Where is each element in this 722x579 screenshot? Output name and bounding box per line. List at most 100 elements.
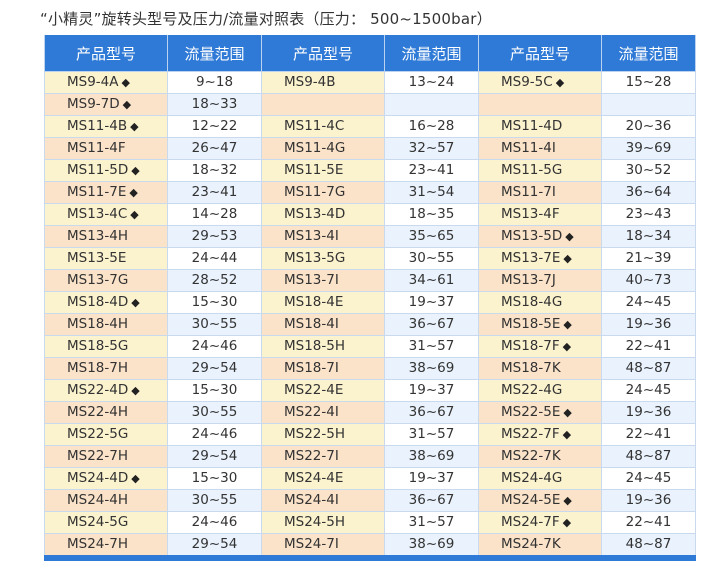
flow-cell: 19~37 [384,291,479,314]
flow-cell: 19~36 [601,401,696,424]
table-row: MS22-4H 30~55 MS22-4I 36~67 MS22-5E ◆ 19~36 [44,401,696,424]
table-row: MS9-4A ◆ 9~18 MS9-4B 13~24 MS9-5C ◆ 15~28 [44,71,696,94]
flow-cell: 38~69 [384,533,479,559]
model-name: MS24-5H [284,514,346,530]
model-name: MS22-7H [67,448,129,464]
diamond-icon: ◆ [131,164,140,177]
model-name: MS18-5E [501,316,561,332]
model-cell: MS11-5D ◆ [44,159,168,182]
flow-cell: 18~32 [167,159,262,182]
model-name: MS18-4H [67,316,129,332]
model-name: MS11-4I [501,140,556,156]
flow-cell: 36~67 [384,401,479,424]
diamond-icon: ◆ [562,340,572,353]
model-cell: MS22-4I [261,401,385,424]
model-name: MS24-4G [501,470,563,486]
table-row: MS13-4C ◆ 14~28 MS13-4D 18~35 MS13-4F 23~43 [44,203,696,226]
flow-cell: 36~67 [384,313,479,336]
model-cell: MS11-7G [261,181,385,204]
diamond-icon: ◆ [562,428,572,441]
model-name: MS11-7I [501,184,556,200]
model-cell: MS18-5E ◆ [478,313,602,336]
model-name: MS18-4I [284,316,339,332]
model-cell: MS24-7K [478,533,602,559]
model-name: MS11-4G [284,140,346,156]
table-row: MS11-7E ◆ 23~41 MS11-7G 31~54 MS11-7I 36~64 [44,181,696,204]
header-model-2: 产品型号 [261,35,385,72]
model-cell: MS11-5G [478,159,602,182]
flow-cell: 48~87 [601,445,696,468]
table-row: MS18-4H 30~55 MS18-4I 36~67 MS18-5E ◆ 19~36 [44,313,696,336]
table-body: MS9-4A ◆ 9~18 MS9-4B 13~24 MS9-5C ◆ 15~28 MS9-7D… [44,71,696,559]
model-name: MS9-5C [501,74,553,90]
table-row: MS11-4F 26~47 MS11-4G 32~57 MS11-4I 39~69 [44,137,696,160]
flow-cell: 23~43 [601,203,696,226]
model-name: MS18-5G [67,338,129,354]
model-name: MS24-7F [501,514,560,530]
model-cell: MS13-4F [478,203,602,226]
flow-cell: 14~28 [167,203,262,226]
model-cell: MS18-4E [261,291,385,314]
flow-cell: 24~45 [601,467,696,490]
flow-cell: 36~64 [601,181,696,204]
model-name: MS13-7G [67,272,129,288]
model-name: MS18-7F [501,338,560,354]
flow-cell: 22~41 [601,423,696,446]
table-row: MS24-7H 29~54 MS24-7I 38~69 MS24-7K 48~87 [44,533,696,559]
flow-cell: 18~33 [167,93,262,116]
model-name: MS24-7H [67,536,129,552]
model-name: MS11-5D [67,162,129,178]
model-name: MS11-4B [67,118,128,134]
model-cell: MS18-4H [44,313,168,336]
diamond-icon: ◆ [122,98,132,111]
flow-cell: 28~52 [167,269,262,292]
model-name: MS13-4D [284,206,346,222]
flow-cell: 19~36 [601,489,696,512]
table-row: MS9-7D ◆ 18~33 [44,93,696,116]
page-title: “小精灵”旋转头型号及压力/流量对照表（压力： 500~1500bar） [40,10,492,28]
table-row: MS24-4D ◆ 15~30 MS24-4E 19~37 MS24-4G 24~45 [44,467,696,490]
model-cell: MS24-7I [261,533,385,559]
flow-cell: 18~34 [601,225,696,248]
model-name: MS22-4D [67,382,129,398]
model-cell: MS11-4D [478,115,602,138]
flow-cell: 19~37 [384,467,479,490]
model-cell: MS13-7G [44,269,168,292]
model-cell: MS24-7F ◆ [478,511,602,534]
model-name: MS18-7K [501,360,561,376]
model-cell: MS13-7J [478,269,602,292]
model-name: MS13-4F [501,206,560,222]
model-cell: MS13-4H [44,225,168,248]
flow-cell: 39~69 [601,137,696,160]
diamond-icon: ◆ [131,296,140,309]
model-cell: MS9-4A ◆ [44,71,168,94]
model-cell: MS13-7E ◆ [478,247,602,270]
model-cell: MS22-4E [261,379,385,402]
flow-cell: 19~37 [384,379,479,402]
table-row: MS13-4H 29~53 MS13-4I 35~65 MS13-5D ◆ 18~34 [44,225,696,248]
flow-cell: 15~30 [167,379,262,402]
flow-cell: 38~69 [384,445,479,468]
flow-cell: 15~28 [601,71,696,94]
model-cell: MS9-7D ◆ [44,93,168,116]
flow-cell: 31~57 [384,335,479,358]
table-row: MS18-5G 24~46 MS18-5H 31~57 MS18-7F ◆ 22~41 [44,335,696,358]
model-name: MS13-5E [67,250,127,266]
table-row: MS22-4D ◆ 15~30 MS22-4E 19~37 MS22-4G 24~45 [44,379,696,402]
header-flow-2: 流量范围 [384,35,479,72]
flow-cell: 24~44 [167,247,262,270]
model-cell: MS11-4B ◆ [44,115,168,138]
flow-cell: 48~87 [601,533,696,559]
model-cell: MS22-4D ◆ [44,379,168,402]
model-cell: MS24-4H [44,489,168,512]
table-row: MS18-4D ◆ 15~30 MS18-4E 19~37 MS18-4G 24~45 [44,291,696,314]
header-model-3: 产品型号 [478,35,602,72]
flow-cell: 22~41 [601,511,696,534]
model-name: MS13-4H [67,228,129,244]
model-cell: MS24-4G [478,467,602,490]
spec-table: 产品型号 流量范围 产品型号 流量范围 产品型号 流量范围 MS9-4A ◆ 9~1… [44,35,696,561]
flow-cell: 29~54 [167,533,262,559]
model-name: MS24-5G [67,514,129,530]
model-cell: MS24-5G [44,511,168,534]
flow-cell: 48~87 [601,357,696,380]
